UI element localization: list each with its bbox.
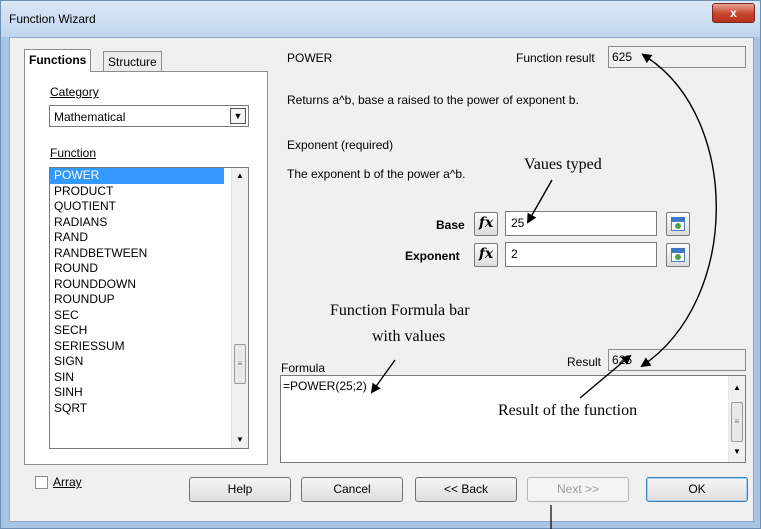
chevron-down-icon[interactable]: ▼ — [230, 108, 246, 124]
function-result-field: 625 — [608, 46, 746, 68]
list-item[interactable]: SQRT — [50, 401, 248, 417]
list-item[interactable]: SIN — [50, 370, 248, 386]
list-item[interactable]: PRODUCT — [50, 184, 248, 200]
list-item[interactable]: POWER — [50, 168, 224, 184]
base-fx-button[interactable]: fx — [474, 212, 498, 236]
list-item[interactable]: SIGN — [50, 354, 248, 370]
scrollbar-thumb[interactable]: ≡ — [731, 402, 743, 442]
tab-structure[interactable]: Structure — [103, 51, 162, 73]
function-listbox[interactable]: POWER PRODUCT QUOTIENT RADIANS RAND RAND… — [49, 167, 249, 449]
category-value: Mathematical — [54, 110, 126, 124]
category-label: Category — [50, 85, 99, 99]
list-item[interactable]: SINH — [50, 385, 248, 401]
annotation-formula-bar-line1: Function Formula bar — [330, 302, 470, 319]
array-label-text: Array — [53, 475, 82, 489]
scroll-up-icon[interactable]: ▲ — [729, 380, 745, 396]
scrollbar-thumb[interactable]: ≡ — [234, 344, 246, 384]
function-label: Function — [50, 146, 96, 160]
base-input[interactable]: 25 — [505, 211, 657, 236]
cancel-button[interactable]: Cancel — [301, 477, 403, 502]
function-name: POWER — [287, 51, 333, 65]
fx-icon: fx — [478, 215, 494, 231]
list-item[interactable]: ROUNDUP — [50, 292, 248, 308]
argument-title: Exponent (required) — [287, 138, 394, 152]
annotation-values-typed: Vaues typed — [524, 156, 602, 173]
list-item[interactable]: SECH — [50, 323, 248, 339]
ok-button[interactable]: OK — [646, 477, 748, 502]
list-item[interactable]: RADIANS — [50, 215, 248, 231]
list-item[interactable]: QUOTIENT — [50, 199, 248, 215]
formula-value: =POWER(25;2) — [283, 379, 367, 393]
window-title: Function Wizard — [9, 12, 96, 26]
close-icon: x — [730, 6, 737, 20]
scroll-up-icon[interactable]: ▲ — [232, 168, 248, 184]
function-result-value: 625 — [612, 50, 633, 64]
formula-label: Formula — [281, 361, 326, 375]
next-button[interactable]: Next >> — [527, 477, 629, 502]
list-item[interactable]: SERIESSUM — [50, 339, 248, 355]
array-checkbox[interactable] — [35, 476, 48, 489]
exponent-label: Exponent — [405, 249, 460, 263]
function-result-label: Function result — [516, 51, 595, 65]
formula-scrollbar[interactable]: ▲ ≡ ▼ — [728, 376, 745, 462]
back-button[interactable]: << Back — [415, 477, 517, 502]
function-label-text: Function — [50, 146, 97, 160]
annotation-result-of-function: Result of the function — [498, 402, 638, 419]
exponent-value: 2 — [511, 247, 518, 261]
title-bar[interactable]: Function Wizard x — [1, 1, 760, 37]
base-value: 25 — [511, 216, 525, 230]
function-description: Returns a^b, base a raised to the power … — [287, 93, 579, 107]
result-label: Result — [567, 355, 602, 369]
scroll-down-icon[interactable]: ▼ — [729, 444, 745, 460]
close-button[interactable]: x — [712, 3, 755, 23]
tab-functions[interactable]: Functions — [24, 49, 92, 72]
array-label: Array — [53, 475, 82, 489]
result-value: 625 — [612, 353, 633, 367]
list-item[interactable]: SEC — [50, 308, 248, 324]
list-item[interactable]: ROUNDDOWN — [50, 277, 248, 293]
scroll-down-icon[interactable]: ▼ — [232, 432, 248, 448]
base-label: Base — [436, 218, 465, 232]
function-list-scrollbar[interactable]: ▲ ≡ ▼ — [231, 168, 248, 448]
list-item[interactable]: RAND — [50, 230, 248, 246]
help-button[interactable]: Help — [189, 477, 291, 502]
list-item[interactable]: RANDBETWEEN — [50, 246, 248, 262]
category-label-text: Category — [50, 85, 99, 99]
exponent-input[interactable]: 2 — [505, 242, 657, 267]
category-select[interactable]: Mathematical ▼ — [49, 105, 249, 127]
argument-description: The exponent b of the power a^b. — [287, 167, 466, 181]
exponent-select-range-button[interactable] — [666, 243, 690, 267]
list-item[interactable]: ROUND — [50, 261, 248, 277]
exponent-fx-button[interactable]: fx — [474, 243, 498, 267]
base-select-range-button[interactable] — [666, 212, 690, 236]
result-field: 625 — [608, 349, 746, 371]
fx-icon: fx — [478, 246, 494, 262]
annotation-formula-bar-line2: with values — [372, 328, 446, 345]
